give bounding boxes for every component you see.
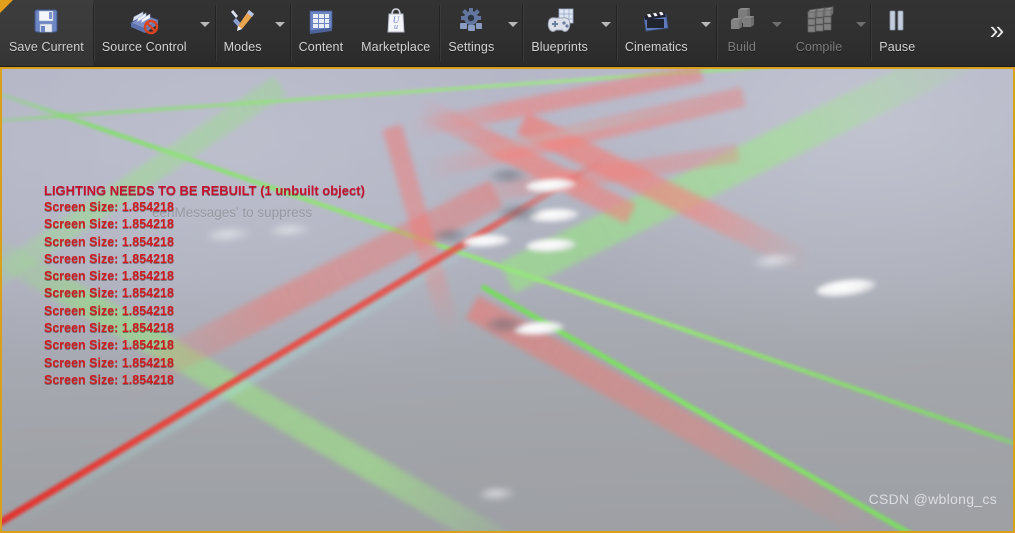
chevron-down-icon [772, 21, 783, 27]
blueprints-label: Blueprints [531, 40, 588, 54]
toolbar-group-cinematics: Cinematics [615, 0, 716, 66]
modes-dropdown[interactable] [271, 0, 290, 66]
blueprints-button[interactable]: Blueprints [522, 0, 597, 66]
settings-button[interactable]: Settings [439, 0, 503, 66]
save-current-label: Save Current [9, 40, 84, 54]
main-toolbar: Save Current Source Control Modes Conten… [0, 0, 1015, 67]
pause-label: Pause [879, 40, 916, 54]
content-button[interactable]: Content [290, 0, 352, 66]
compile-button[interactable]: Compile [787, 0, 852, 66]
save-current-button[interactable]: Save Current [0, 0, 93, 66]
compile-dropdown[interactable] [851, 0, 870, 66]
settings-label: Settings [448, 40, 495, 54]
marketplace-button[interactable]: U u Marketplace [352, 0, 439, 66]
build-button[interactable]: Build [716, 0, 768, 66]
viewport-3d-scene [2, 69, 1013, 531]
cinematics-button[interactable]: Cinematics [616, 0, 697, 66]
source-control-icon [127, 6, 161, 36]
editor-window: Save Current Source Control Modes Conten… [0, 0, 1015, 533]
settings-dropdown[interactable] [503, 0, 522, 66]
scene-prop-shadow-3 [432, 229, 468, 243]
toolbar-overflow-button[interactable]: » [975, 0, 1015, 66]
toolbar-group-playback: Pause [870, 0, 924, 66]
scene-prop-shadow-4 [485, 317, 523, 333]
toolbar-group-file: Save Current [0, 0, 93, 66]
compile-label: Compile [795, 40, 843, 54]
cinematics-dropdown[interactable] [697, 0, 716, 66]
chevron-down-icon [200, 21, 211, 27]
chevron-down-icon [507, 21, 518, 27]
pause-button[interactable]: Pause [870, 0, 924, 66]
chevron-down-icon [275, 21, 286, 27]
build-dropdown[interactable] [768, 0, 787, 66]
scene-prop-shadow-1 [490, 169, 526, 183]
double-chevron-right-icon: » [989, 14, 1005, 45]
toolbar-group-modes: Modes [214, 0, 290, 66]
marketplace-bag-icon: U u [381, 6, 411, 36]
source-control-label: Source Control [101, 40, 187, 54]
source-control-dropdown[interactable] [196, 0, 215, 66]
scene-prop-shadow-2 [498, 205, 540, 221]
level-viewport[interactable]: eenMessages' to suppress LIGHTING NEEDS … [0, 67, 1015, 533]
chevron-down-icon [601, 21, 612, 27]
content-label: Content [298, 40, 344, 54]
clapperboard-icon [640, 6, 672, 36]
chevron-down-icon [855, 21, 866, 27]
wrench-pencil-icon [227, 6, 259, 36]
svg-text:u: u [394, 22, 398, 31]
toolbar-group-blueprints: Blueprints [522, 0, 616, 66]
pause-icon [884, 6, 910, 36]
build-label: Build [727, 40, 756, 54]
toolbar-group-content: Content U u Marketplace [289, 0, 440, 66]
toolbar-group-build-compile: Build Compile [715, 0, 871, 66]
source-control-button[interactable]: Source Control [93, 0, 196, 66]
blueprints-dropdown[interactable] [597, 0, 616, 66]
build-blocks-icon [726, 6, 758, 36]
modes-button[interactable]: Modes [215, 0, 271, 66]
cinematics-label: Cinematics [624, 40, 688, 54]
compile-cubes-icon [802, 6, 836, 36]
marketplace-label: Marketplace [361, 40, 431, 54]
content-browser-icon [305, 6, 337, 36]
chevron-down-icon [701, 21, 712, 27]
blueprint-gamepad-icon [543, 6, 577, 36]
gear-icon [455, 6, 487, 36]
floppy-disk-icon [31, 6, 61, 36]
toolbar-group-source-control: Source Control [92, 0, 215, 66]
modes-label: Modes [223, 40, 262, 54]
toolbar-group-settings: Settings [439, 0, 522, 66]
